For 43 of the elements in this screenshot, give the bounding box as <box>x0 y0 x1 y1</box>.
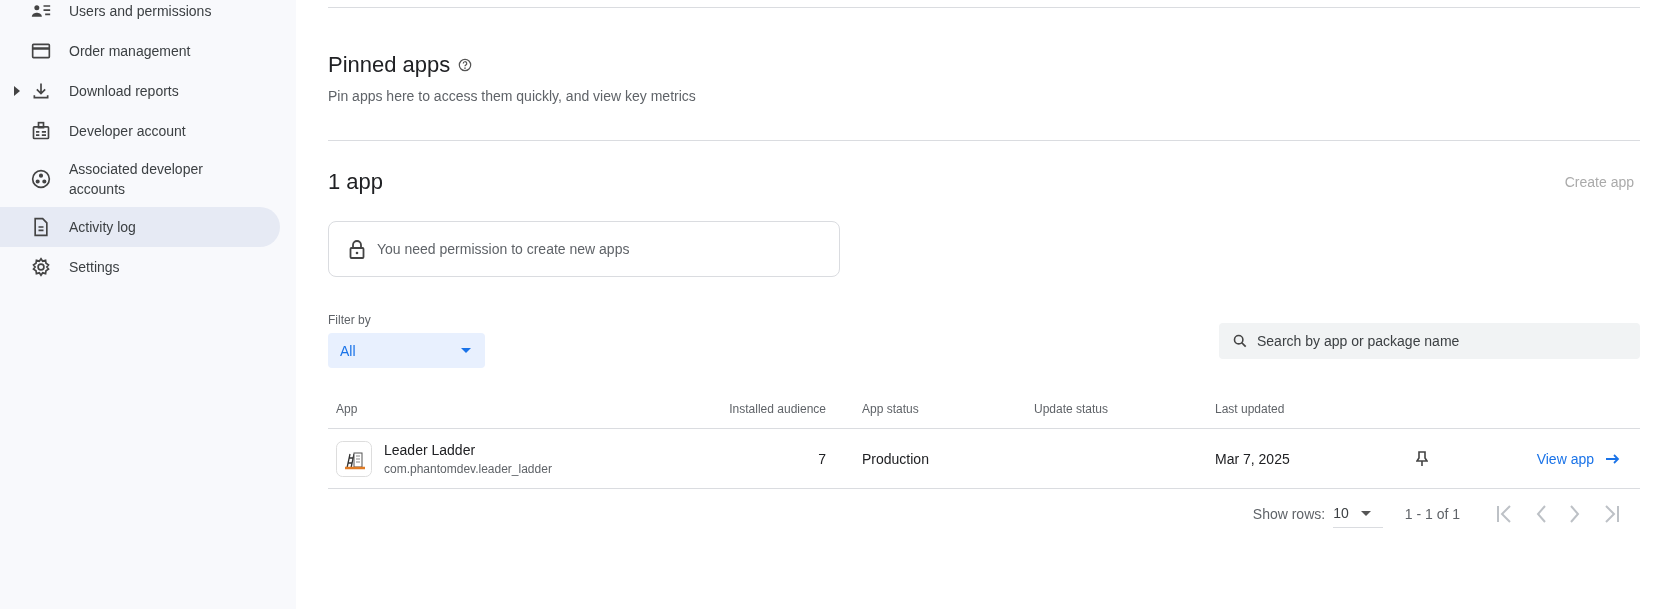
page-range: 1 - 1 of 1 <box>1404 505 1460 522</box>
dropdown-arrow-icon <box>1360 510 1371 516</box>
column-header: App <box>335 402 359 416</box>
sidebar-item[interactable]: Settings <box>0 247 280 287</box>
arrow-right-icon <box>1606 453 1620 464</box>
caret-icon[interactable] <box>13 86 20 96</box>
group-icon <box>31 169 51 189</box>
filter-dropdown[interactable]: All <box>328 333 485 368</box>
help-icon[interactable] <box>458 58 473 72</box>
rows-label: Show rows: <box>1252 505 1326 522</box>
search-field[interactable]: Search by app or package name <box>1219 323 1640 359</box>
sidebar-item[interactable]: Associated developer accounts <box>0 151 280 207</box>
badge-icon <box>31 121 51 141</box>
sidebar-item[interactable]: Developer account <box>0 111 280 151</box>
column-header: Update status <box>1033 402 1110 416</box>
column-header: Last updated <box>1214 402 1286 416</box>
section-subtitle: Pin apps here to access them quickly, and view key metrics <box>328 88 697 104</box>
notice-text: You need permission to create new apps <box>377 241 630 257</box>
app-name: Leader Ladder <box>384 441 477 458</box>
document-icon <box>31 217 51 237</box>
table-cell-text: Production <box>861 450 930 467</box>
card-icon <box>31 41 51 61</box>
sidebar-item[interactable]: Activity log <box>0 207 280 247</box>
download-icon <box>31 81 51 101</box>
column-header: Installed audience <box>728 402 827 416</box>
table-cell-text: 7 <box>817 450 827 467</box>
app-count: 1 app <box>328 168 384 196</box>
search-icon <box>1233 334 1247 348</box>
view-app-link[interactable]: View app <box>1536 450 1620 467</box>
section-title: Pinned apps <box>328 51 451 79</box>
settings-icon <box>31 257 51 277</box>
rows-per-page-dropdown[interactable]: 10 <box>1333 505 1383 528</box>
sidebar-item[interactable]: Order management <box>0 31 280 71</box>
sidebar-item[interactable]: Users and permissions <box>0 0 280 31</box>
column-header: App status <box>861 402 920 416</box>
sidebar-item[interactable]: Download reports <box>0 71 280 111</box>
package-name: com.phantomdev.leader_ladder <box>384 461 552 476</box>
app-icon[interactable] <box>336 440 372 477</box>
table-cell-text: Mar 7, 2025 <box>1214 450 1291 467</box>
pin-icon[interactable] <box>1416 450 1428 467</box>
dropdown-arrow-icon <box>461 348 471 353</box>
lock-icon <box>349 239 365 259</box>
filter-label: Filter by <box>328 313 372 327</box>
